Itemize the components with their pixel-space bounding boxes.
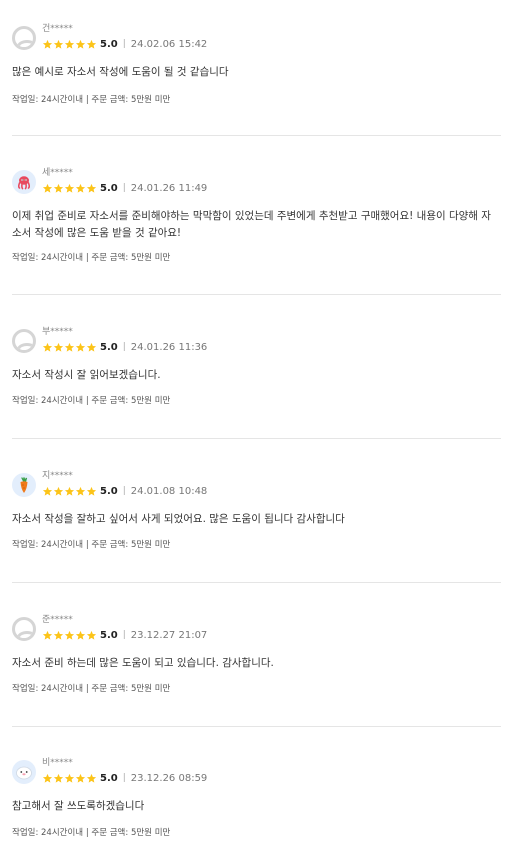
star-icon	[53, 773, 64, 783]
star-icon	[75, 183, 86, 193]
reviewer-nickname: 비*****	[42, 758, 73, 768]
review-item: 지***** 5.0 | 24.01.08 10:48 자소서 작성을 잘하고 …	[0, 471, 516, 578]
review-meta: 작업일: 24시간이내 | 주문 금액: 5만원 미만	[12, 253, 171, 263]
default-avatar-icon	[12, 617, 36, 641]
review-date: 24.01.08 10:48	[130, 485, 208, 497]
star-icon	[53, 342, 64, 352]
star-icon	[53, 183, 64, 193]
separator: |	[122, 39, 126, 49]
review-item: 세***** 5.0 | 24.01.26 11:49 이제 취업 준비로 자소…	[0, 168, 516, 290]
review-item: 부***** 5.0 | 24.01.26 11:36 자소서 작성시 잘 읽어…	[0, 327, 516, 434]
review-content: 자소서 준비 하는데 많은 도움이 되고 있습니다. 감사합니다.	[12, 657, 274, 669]
star-rating	[42, 183, 97, 194]
star-icon	[64, 342, 75, 352]
star-icon	[53, 486, 64, 496]
star-icon	[75, 773, 86, 783]
rating-value: 5.0	[100, 182, 118, 194]
reviewer-nickname: 지*****	[42, 471, 73, 481]
rating-value: 5.0	[100, 772, 118, 784]
review-content: 자소서 작성시 잘 읽어보겠습니다.	[12, 369, 161, 381]
star-rating	[42, 630, 97, 641]
review-date: 23.12.26 08:59	[130, 772, 208, 784]
ghost-avatar-icon	[12, 760, 36, 784]
separator: |	[122, 630, 126, 640]
rating-value: 5.0	[100, 38, 118, 50]
star-icon	[64, 773, 75, 783]
star-icon	[64, 39, 75, 49]
review-date: 24.01.26 11:36	[130, 341, 208, 353]
star-icon	[86, 39, 97, 49]
rating-row: 5.0 | 23.12.26 08:59	[42, 771, 207, 785]
carrot-avatar-icon	[12, 473, 36, 497]
review-meta: 작업일: 24시간이내 | 주문 금액: 5만원 미만	[12, 396, 171, 406]
review-content: 이제 취업 준비로 자소서를 준비해야하는 막막함이 있었는데 주변에게 추천받…	[12, 210, 491, 239]
default-avatar-icon	[12, 329, 36, 353]
review-content: 참고해서 잘 쓰도록하겠습니다	[12, 800, 145, 812]
reviewer-nickname: 준*****	[42, 615, 73, 625]
star-rating	[42, 486, 97, 497]
review-meta: 작업일: 24시간이내 | 주문 금액: 5만원 미만	[12, 95, 171, 105]
star-icon	[64, 183, 75, 193]
rating-row: 5.0 | 24.02.06 15:42	[42, 37, 207, 51]
star-icon	[42, 183, 53, 193]
review-date: 24.02.06 15:42	[130, 38, 208, 50]
review-date: 24.01.26 11:49	[130, 182, 208, 194]
star-icon	[42, 773, 53, 783]
star-icon	[42, 630, 53, 640]
star-icon	[86, 486, 97, 496]
star-icon	[86, 183, 97, 193]
separator: |	[122, 183, 126, 193]
rating-value: 5.0	[100, 485, 118, 497]
separator: |	[122, 342, 126, 352]
star-icon	[42, 486, 53, 496]
rating-row: 5.0 | 24.01.26 11:36	[42, 340, 207, 354]
star-icon	[53, 39, 64, 49]
divider	[12, 135, 501, 136]
reviewer-nickname: 건*****	[42, 24, 73, 34]
star-icon	[86, 630, 97, 640]
star-icon	[75, 39, 86, 49]
review-meta: 작업일: 24시간이내 | 주문 금액: 5만원 미만	[12, 540, 171, 550]
rating-value: 5.0	[100, 629, 118, 641]
review-content: 많은 예시로 자소서 작성에 도움이 될 것 같습니다	[12, 66, 229, 78]
star-rating	[42, 773, 97, 784]
star-rating	[42, 342, 97, 353]
rating-row: 5.0 | 24.01.26 11:49	[42, 181, 207, 195]
star-icon	[75, 486, 86, 496]
review-meta: 작업일: 24시간이내 | 주문 금액: 5만원 미만	[12, 828, 171, 838]
star-rating	[42, 39, 97, 50]
star-icon	[42, 39, 53, 49]
review-content: 자소서 작성을 잘하고 싶어서 사게 되었어요. 많은 도움이 됩니다 감사합니…	[12, 513, 345, 525]
review-item: 비***** 5.0 | 23.12.26 08:59 참고해서 잘 쓰도록하겠…	[0, 758, 516, 855]
divider	[12, 438, 501, 439]
rating-row: 5.0 | 24.01.08 10:48	[42, 484, 207, 498]
divider	[12, 726, 501, 727]
reviewer-nickname: 부*****	[42, 327, 73, 337]
separator: |	[122, 486, 126, 496]
default-avatar-icon	[12, 26, 36, 50]
rating-row: 5.0 | 23.12.27 21:07	[42, 628, 207, 642]
review-item: 준***** 5.0 | 23.12.27 21:07 자소서 준비 하는데 많…	[0, 615, 516, 722]
star-icon	[86, 773, 97, 783]
review-item: 건***** 5.0 | 24.02.06 15:42 많은 예시로 자소서 작…	[0, 24, 516, 136]
star-icon	[64, 630, 75, 640]
separator: |	[122, 773, 126, 783]
star-icon	[86, 342, 97, 352]
divider	[12, 294, 501, 295]
star-icon	[53, 630, 64, 640]
review-meta: 작업일: 24시간이내 | 주문 금액: 5만원 미만	[12, 684, 171, 694]
review-date: 23.12.27 21:07	[130, 629, 208, 641]
reviewer-nickname: 세*****	[42, 168, 73, 178]
star-icon	[42, 342, 53, 352]
star-icon	[75, 630, 86, 640]
divider	[12, 582, 501, 583]
star-icon	[64, 486, 75, 496]
star-icon	[75, 342, 86, 352]
rating-value: 5.0	[100, 341, 118, 353]
octopus-avatar-icon	[12, 170, 36, 194]
